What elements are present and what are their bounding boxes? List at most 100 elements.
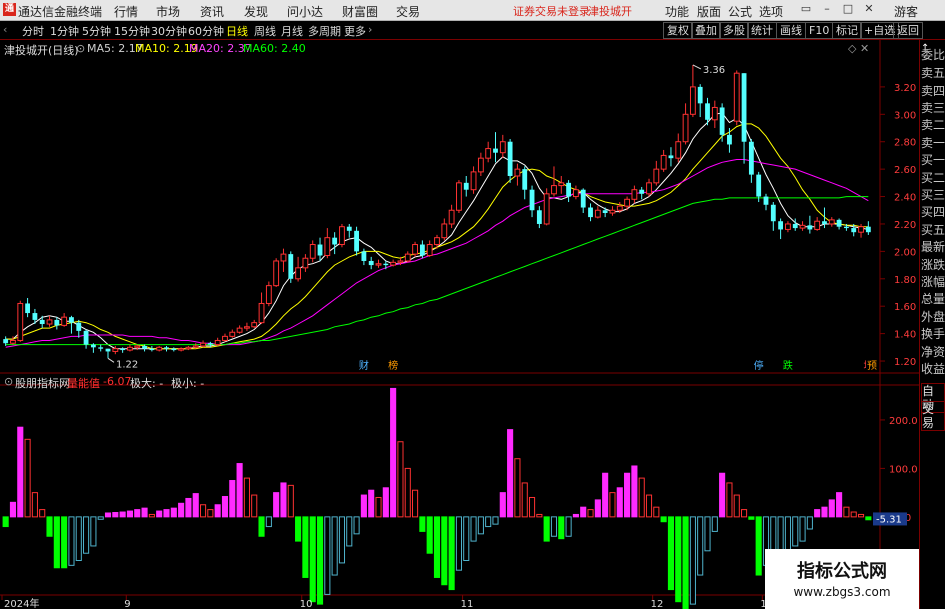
candle-body [251, 322, 258, 328]
panel-change-pct[interactable]: 涨幅 [921, 275, 945, 289]
toolbar-arrow-icon[interactable]: ‹ [3, 23, 7, 36]
f10-button[interactable]: F10 [805, 22, 834, 39]
chart-settings-icon[interactable]: ◇ ✕ [848, 42, 869, 55]
panel-sell4[interactable]: 卖四 [921, 84, 945, 98]
candle-body [719, 107, 725, 135]
indicator-bar [638, 477, 645, 518]
stock-title[interactable]: 津投城开(日线) [4, 42, 79, 58]
tab-5min[interactable]: 5分钟 [82, 23, 111, 39]
mark-button[interactable]: 标记 [832, 22, 862, 39]
candle-body [178, 348, 185, 351]
menu-options[interactable]: 选项 [759, 3, 783, 20]
menu-news[interactable]: 资讯 [200, 3, 224, 20]
candle-body [76, 322, 82, 331]
indicator-bar [594, 499, 601, 518]
panel-buy4[interactable]: 买四 [921, 205, 945, 219]
panel-buy5[interactable]: 买五 [921, 223, 945, 237]
top-menu-bar: 通 通达信金融终端 行情 市场 资讯 发现 问小达 财富圈 交易 证券交易未登录… [0, 0, 945, 21]
tab-1min[interactable]: 1分钟 [50, 23, 79, 39]
indicator-toggle-icon[interactable]: ⊙ [4, 375, 13, 388]
menu-layout[interactable]: 版面 [697, 3, 721, 20]
back-button[interactable]: 返回 [893, 22, 923, 39]
panel-change[interactable]: 涨跌 [921, 258, 945, 272]
menu-trade[interactable]: 交易 [396, 3, 420, 20]
more-chevron-icon[interactable]: › [368, 23, 372, 36]
indicator-name[interactable]: 股朋指标网 [15, 375, 70, 391]
stock-name-link[interactable]: 津投城开 [588, 3, 632, 19]
menu-ask[interactable]: 问小达 [287, 3, 323, 20]
panel-buy2[interactable]: 买二 [921, 171, 945, 185]
tab-30min[interactable]: 30分钟 [151, 23, 187, 39]
panel-sell3[interactable]: 卖三 [921, 101, 945, 115]
tab-15min[interactable]: 15分钟 [114, 23, 150, 39]
candle-body [477, 157, 484, 173]
y-tick-label: 2.40 [894, 193, 916, 204]
menu-quotes[interactable]: 行情 [114, 3, 138, 20]
candle-body [164, 347, 169, 349]
tab-weekly[interactable]: 周线 [254, 23, 276, 39]
panel-sell1[interactable]: 卖一 [921, 136, 945, 150]
minimize-icon[interactable]: – [820, 2, 834, 16]
candle-body [822, 221, 827, 224]
candle-body [522, 169, 528, 190]
indicator-bar [689, 516, 696, 605]
panel-sell5[interactable]: 卖五 [921, 66, 945, 80]
candle-body [295, 267, 302, 280]
overlay-button[interactable]: 叠加 [691, 22, 721, 39]
candle-body [258, 302, 265, 324]
candle-body [229, 331, 236, 337]
guest-label[interactable]: 游客 [894, 3, 918, 20]
indicator-bar [426, 516, 433, 554]
candle-body [134, 345, 141, 348]
panel-outer[interactable]: 外盘 [921, 310, 945, 324]
panel-latest[interactable]: 最新 [921, 240, 945, 254]
menu-function[interactable]: 功能 [665, 3, 689, 20]
candle-body [105, 348, 111, 352]
candle-body [485, 148, 492, 159]
candle-body [639, 189, 645, 194]
tab-intraday[interactable]: 分时 [22, 23, 44, 39]
indicator-bar [865, 516, 872, 521]
indicator-bar [850, 511, 857, 518]
maximize-icon[interactable]: □ [841, 2, 855, 16]
panel-net-assets[interactable]: 净资 [921, 345, 945, 359]
draw-line-button[interactable]: 画线 [776, 22, 806, 39]
tab-daily[interactable]: 日线 [226, 23, 248, 39]
panel-buy1[interactable]: 买一 [921, 153, 945, 167]
tab-monthly[interactable]: 月线 [281, 23, 303, 39]
panel-sell2[interactable]: 卖二 [921, 118, 945, 132]
candle-body [843, 226, 849, 229]
kline-chart[interactable]: 3.20 3.00 2.80 2.60 2.40 2.20 2.00 1.80 1.60 1.40… [0, 40, 919, 609]
candle-body [558, 182, 565, 187]
panel-weibi[interactable]: 委比 [921, 48, 945, 62]
statistics-button[interactable]: 统计 [747, 22, 777, 39]
watermark: 指标公式网 www.zbgs3.com [765, 549, 919, 609]
panel-turnover[interactable]: 换手 [921, 327, 945, 341]
candle-body [412, 244, 418, 255]
panel-volume[interactable]: 总量 [921, 292, 945, 306]
settings-toggle-icon[interactable]: ⊙ [76, 42, 85, 55]
menu-discover[interactable]: 发现 [244, 3, 268, 20]
indicator-bar [309, 516, 316, 603]
tab-more[interactable]: 更多 [344, 23, 366, 39]
menu-wealth-circle[interactable]: 财富圈 [342, 3, 378, 20]
close-icon[interactable]: ✕ [862, 2, 876, 16]
candle-body [733, 72, 740, 122]
candle-body [288, 254, 294, 279]
candle-body [54, 319, 60, 326]
restore-icon[interactable]: ▭ [799, 2, 813, 16]
candle-body [551, 185, 557, 195]
adjust-button[interactable]: 复权 [663, 22, 693, 39]
candle-body [566, 182, 572, 197]
panel-buy3[interactable]: 买三 [921, 188, 945, 202]
multi-stock-button[interactable]: 多股 [719, 22, 749, 39]
panel-trade-button[interactable]: 交易 [921, 401, 945, 431]
candle-body [39, 319, 45, 325]
trade-login-notice[interactable]: 证券交易未登录 [513, 3, 590, 19]
panel-earnings[interactable]: 收益 [921, 362, 945, 376]
menu-formula[interactable]: 公式 [728, 3, 752, 20]
tab-60min[interactable]: 60分钟 [188, 23, 224, 39]
tab-multi-period[interactable]: 多周期 [308, 23, 341, 39]
candle-body [244, 326, 250, 329]
menu-market[interactable]: 市场 [156, 3, 180, 20]
